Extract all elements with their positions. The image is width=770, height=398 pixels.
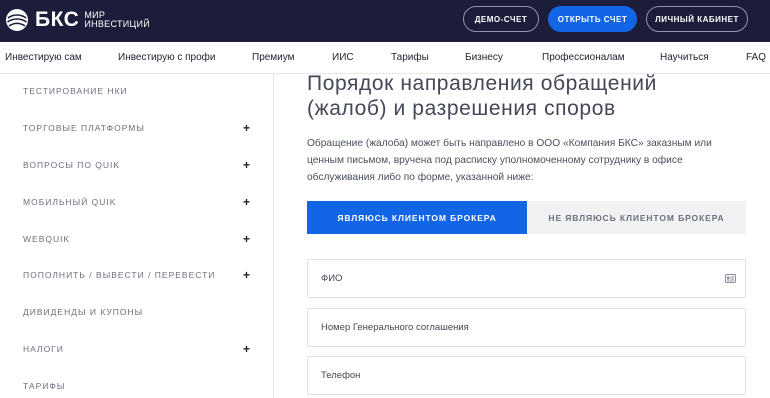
sidebar-item-label: ПОПОЛНИТЬ / ВЫВЕСТИ / ПЕРЕВЕСТИ: [23, 270, 216, 280]
expand-plus-icon[interactable]: +: [243, 268, 251, 282]
sidebar-item-nki-testing[interactable]: ТЕСТИРОВАНИЕ НКИ: [23, 86, 238, 100]
sidebar-item-trading-platforms[interactable]: ТОРГОВЫЕ ПЛАТФОРМЫ +: [23, 121, 250, 137]
expand-plus-icon[interactable]: +: [243, 158, 251, 172]
expand-plus-icon[interactable]: +: [243, 195, 251, 209]
logo-subtitle: МИР ИНВЕСТИЦИЙ: [84, 11, 150, 29]
sidebar-item-label: НАЛОГИ: [23, 344, 64, 354]
nav-item-faq[interactable]: FAQ: [746, 42, 766, 74]
nav-item-invest-with-pro[interactable]: Инвестирую с профи: [118, 42, 216, 74]
expand-plus-icon[interactable]: +: [243, 121, 251, 135]
tab-not-broker-client[interactable]: НЕ ЯВЛЯЮСЬ КЛИЕНТОМ БРОКЕРА: [527, 201, 746, 234]
page-title: Порядок направления обращений (жалоб) и …: [307, 71, 747, 121]
expand-plus-icon[interactable]: +: [243, 342, 251, 356]
sidebar-item-webquik[interactable]: WEBQUIK +: [23, 232, 250, 248]
sidebar-item-taxes[interactable]: НАЛОГИ +: [23, 342, 250, 358]
bks-logo[interactable]: БКС МИР ИНВЕСТИЦИЙ: [5, 7, 150, 33]
sidebar-item-label: ТОРГОВЫЕ ПЛАТФОРМЫ: [23, 123, 145, 133]
logo-sub-line-2: ИНВЕСТИЦИЙ: [84, 19, 151, 29]
sidebar-item-quik-questions[interactable]: ВОПРОСЫ ПО QUIK +: [23, 158, 250, 174]
nav-item-learn[interactable]: Научиться: [660, 42, 709, 74]
top-header: БКС МИР ИНВЕСТИЦИЙ ДЕМО-СЧЕТ ОТКРЫТЬ СЧЕ…: [0, 0, 770, 42]
demo-account-button[interactable]: ДЕМО-СЧЕТ: [463, 6, 539, 32]
phone-field: [307, 356, 746, 395]
logo-text: БКС: [35, 8, 80, 31]
sidebar-item-label: ДИВИДЕНДЫ И КУПОНЫ: [23, 307, 144, 317]
sidebar-item-label: ВОПРОСЫ ПО QUIK: [23, 160, 121, 170]
tab-broker-client[interactable]: ЯВЛЯЮСЬ КЛИЕНТОМ БРОКЕРА: [307, 201, 527, 234]
sidebar-item-label: МОБИЛЬНЫЙ QUIK: [23, 197, 117, 207]
contract-number-field: [307, 308, 746, 347]
personal-cabinet-button[interactable]: ЛИЧНЫЙ КАБИНЕТ: [646, 6, 748, 32]
expand-plus-icon[interactable]: +: [243, 232, 251, 246]
main-nav: Инвестирую сам Инвестирую с профи Премиу…: [0, 42, 770, 74]
page-title-line-2: (жалоб) и разрешения споров: [307, 97, 616, 120]
page-title-line-1: Порядок направления обращений: [307, 72, 657, 95]
nav-item-professionals[interactable]: Профессионалам: [542, 42, 625, 74]
nav-item-tariffs[interactable]: Тарифы: [391, 42, 429, 74]
globe-logo-icon: [6, 9, 28, 31]
sidebar-item-dividends[interactable]: ДИВИДЕНДЫ И КУПОНЫ: [23, 307, 238, 321]
sidebar-item-label: WEBQUIK: [23, 234, 71, 244]
nav-item-iis[interactable]: ИИС: [332, 42, 354, 74]
nav-item-premium[interactable]: Премиум: [252, 42, 295, 74]
id-card-icon[interactable]: [725, 274, 736, 283]
intro-text: Обращение (жалоба) может быть направлено…: [307, 138, 712, 183]
sidebar-item-deposit-withdraw[interactable]: ПОПОЛНИТЬ / ВЫВЕСТИ / ПЕРЕВЕСТИ +: [23, 268, 250, 284]
nav-item-self-invest[interactable]: Инвестирую сам: [5, 42, 82, 74]
nav-item-business[interactable]: Бизнесу: [465, 42, 503, 74]
contract-number-input[interactable]: [308, 309, 745, 346]
open-account-button[interactable]: ОТКРЫТЬ СЧЕТ: [548, 6, 637, 32]
sidebar: ТЕСТИРОВАНИЕ НКИ ТОРГОВЫЕ ПЛАТФОРМЫ + ВО…: [0, 74, 274, 398]
phone-input[interactable]: [308, 357, 745, 394]
sidebar-item-mobile-quik[interactable]: МОБИЛЬНЫЙ QUIK +: [23, 195, 250, 211]
sidebar-item-tariffs[interactable]: ТАРИФЫ: [23, 381, 238, 395]
fio-input[interactable]: [308, 260, 745, 297]
sidebar-item-label: ТЕСТИРОВАНИЕ НКИ: [23, 86, 128, 96]
sidebar-item-label: ТАРИФЫ: [23, 381, 66, 391]
fio-field: [307, 259, 746, 298]
